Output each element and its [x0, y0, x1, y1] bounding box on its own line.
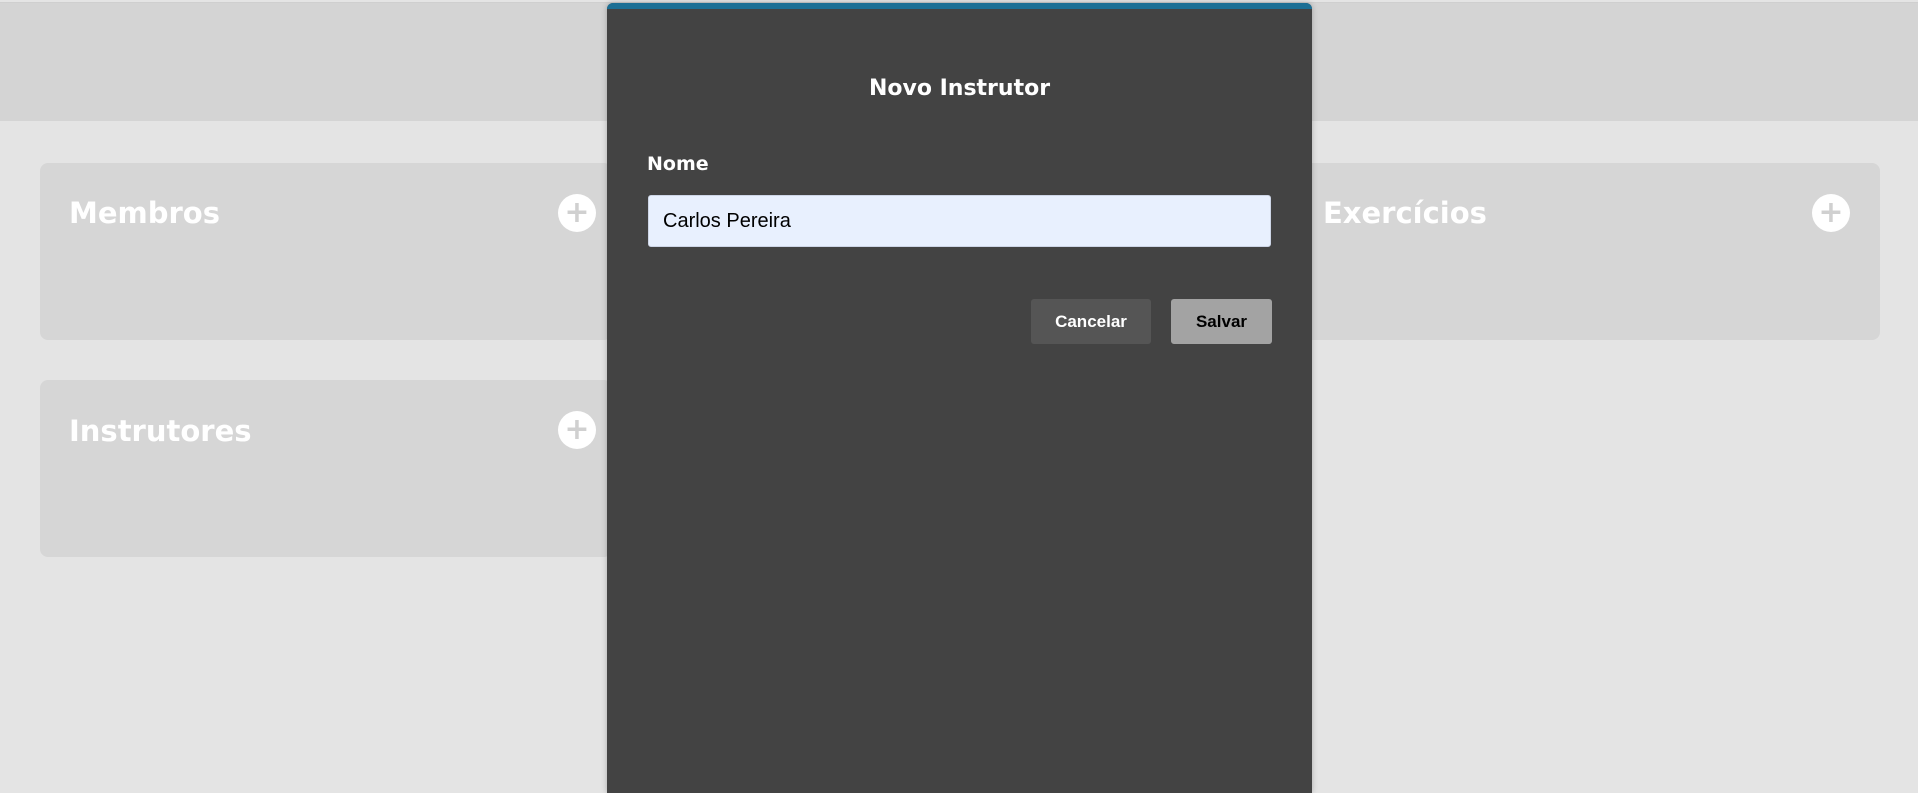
card-members: Membros + — [40, 163, 612, 340]
card-exercises: Exercícios + — [1294, 163, 1880, 340]
add-exercise-button[interactable]: + — [1812, 194, 1850, 232]
card-instructors-title: Instrutores — [69, 414, 252, 448]
plus-icon: + — [564, 195, 590, 230]
modal-title: Novo Instrutor — [868, 76, 1051, 101]
add-instructor-button[interactable]: + — [558, 411, 596, 449]
cancel-button[interactable]: Cancelar — [1031, 299, 1151, 344]
card-exercises-title: Exercícios — [1323, 196, 1487, 230]
save-button[interactable]: Salvar — [1171, 299, 1272, 344]
modal-accent-bar — [607, 3, 1312, 9]
plus-icon: + — [564, 412, 590, 447]
name-input[interactable] — [648, 195, 1271, 247]
name-field-label: Nome — [647, 153, 709, 175]
new-instructor-modal: Novo Instrutor Nome Cancelar Salvar — [607, 3, 1312, 793]
plus-icon: + — [1818, 195, 1844, 230]
card-members-title: Membros — [69, 196, 220, 230]
add-member-button[interactable]: + — [558, 194, 596, 232]
card-instructors: Instrutores + — [40, 380, 612, 557]
